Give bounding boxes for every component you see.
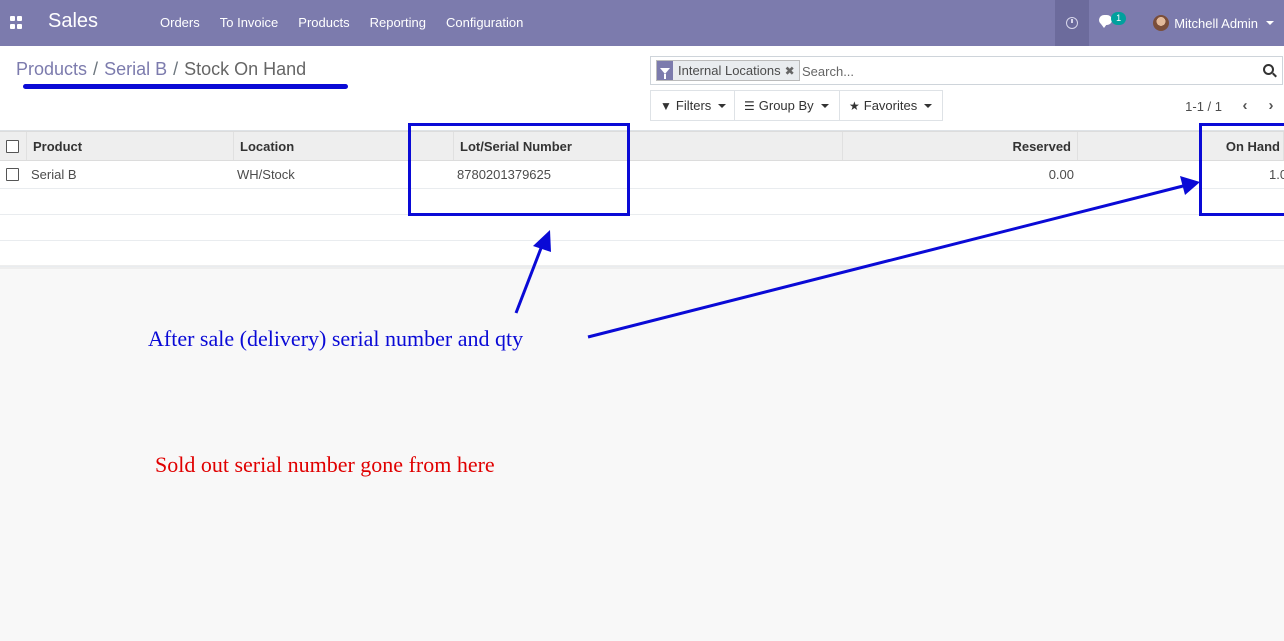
arrow-to-qty — [587, 184, 1184, 339]
annotation-sold-out-note: Sold out serial number gone from here — [155, 452, 495, 477]
annotation-delivery-note: After sale (delivery) serial number and … — [148, 326, 524, 351]
arrowhead-serial — [533, 230, 551, 252]
arrow-to-serial — [514, 242, 545, 314]
arrowhead-qty — [1180, 176, 1200, 195]
annotation-arrows — [514, 176, 1200, 339]
